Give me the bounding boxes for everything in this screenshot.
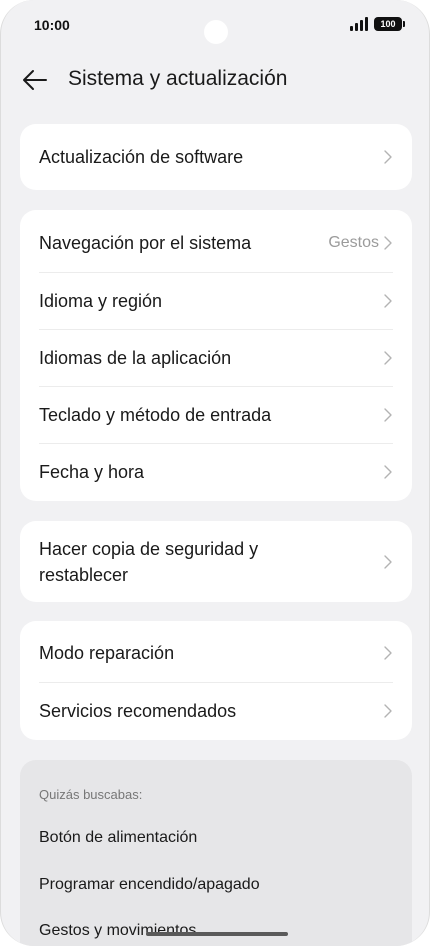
system-card: Navegación por el sistema Gestos Idioma …: [20, 210, 412, 501]
chevron-right-icon: [384, 554, 392, 569]
page-title: Sistema y actualización: [68, 67, 288, 90]
suggestions-card: Quizás buscabas: Botón de alimentación P…: [20, 760, 412, 946]
row-label: Modo reparación: [39, 643, 175, 663]
row-label: Fecha y hora: [39, 461, 145, 482]
battery-icon: 100: [374, 17, 405, 31]
suggestions-heading: Quizás buscabas:: [39, 787, 143, 802]
home-indicator[interactable]: [146, 932, 288, 936]
row-label: Idioma y región: [39, 290, 163, 311]
chevron-right-icon: [384, 646, 392, 660]
row-app-languages[interactable]: Idiomas de la aplicación: [20, 329, 412, 386]
chevron-right-icon: [384, 150, 392, 164]
status-bar: 10:00 100: [1, 0, 429, 54]
row-language-region[interactable]: Idioma y región: [20, 272, 412, 329]
row-repair-mode[interactable]: Modo reparación: [20, 621, 412, 682]
chevron-right-icon: [384, 236, 392, 250]
suggestion-power-button[interactable]: Botón de alimentación: [39, 829, 197, 847]
chevron-right-icon: [384, 703, 392, 718]
arrow-left-icon[interactable]: [21, 66, 49, 94]
suggestion-schedule-power[interactable]: Programar encendido/apagado: [39, 876, 260, 894]
row-value: Gestos: [328, 234, 379, 251]
chevron-right-icon: [384, 464, 392, 479]
row-label: Idiomas de la aplicación: [39, 347, 232, 368]
row-label: Teclado y método de entrada: [39, 404, 272, 425]
row-software-update[interactable]: Actualización de software: [20, 124, 412, 190]
row-label: Navegación por el sistema: [39, 233, 252, 253]
status-time: 10:00: [34, 17, 70, 33]
camera-cutout: [204, 20, 228, 44]
phone-screen: 10:00 100 Sistema y actualización Actual…: [0, 0, 430, 946]
chevron-right-icon: [384, 293, 392, 308]
row-recommended-services[interactable]: Servicios recomendados: [20, 682, 412, 739]
chevron-right-icon: [384, 407, 392, 422]
row-keyboard-input[interactable]: Teclado y método de entrada: [20, 386, 412, 443]
header: Sistema y actualización: [1, 58, 429, 102]
row-label: Servicios recomendados: [39, 700, 237, 721]
chevron-right-icon: [384, 350, 392, 365]
software-card: Actualización de software: [20, 124, 412, 190]
row-label: Hacer copia de seguridad y restablecer: [39, 538, 259, 585]
signal-icon: [350, 17, 370, 31]
repair-card: Modo reparación Servicios recomendados: [20, 621, 412, 740]
row-backup-reset[interactable]: Hacer copia de seguridad y restablecer: [20, 521, 412, 602]
row-system-navigation[interactable]: Navegación por el sistema Gestos: [20, 210, 412, 272]
row-date-time[interactable]: Fecha y hora: [20, 443, 412, 500]
suggestion-gestures-motions[interactable]: Gestos y movimientos: [39, 922, 196, 940]
backup-card: Hacer copia de seguridad y restablecer: [20, 521, 412, 602]
row-label: Actualización de software: [39, 147, 244, 167]
